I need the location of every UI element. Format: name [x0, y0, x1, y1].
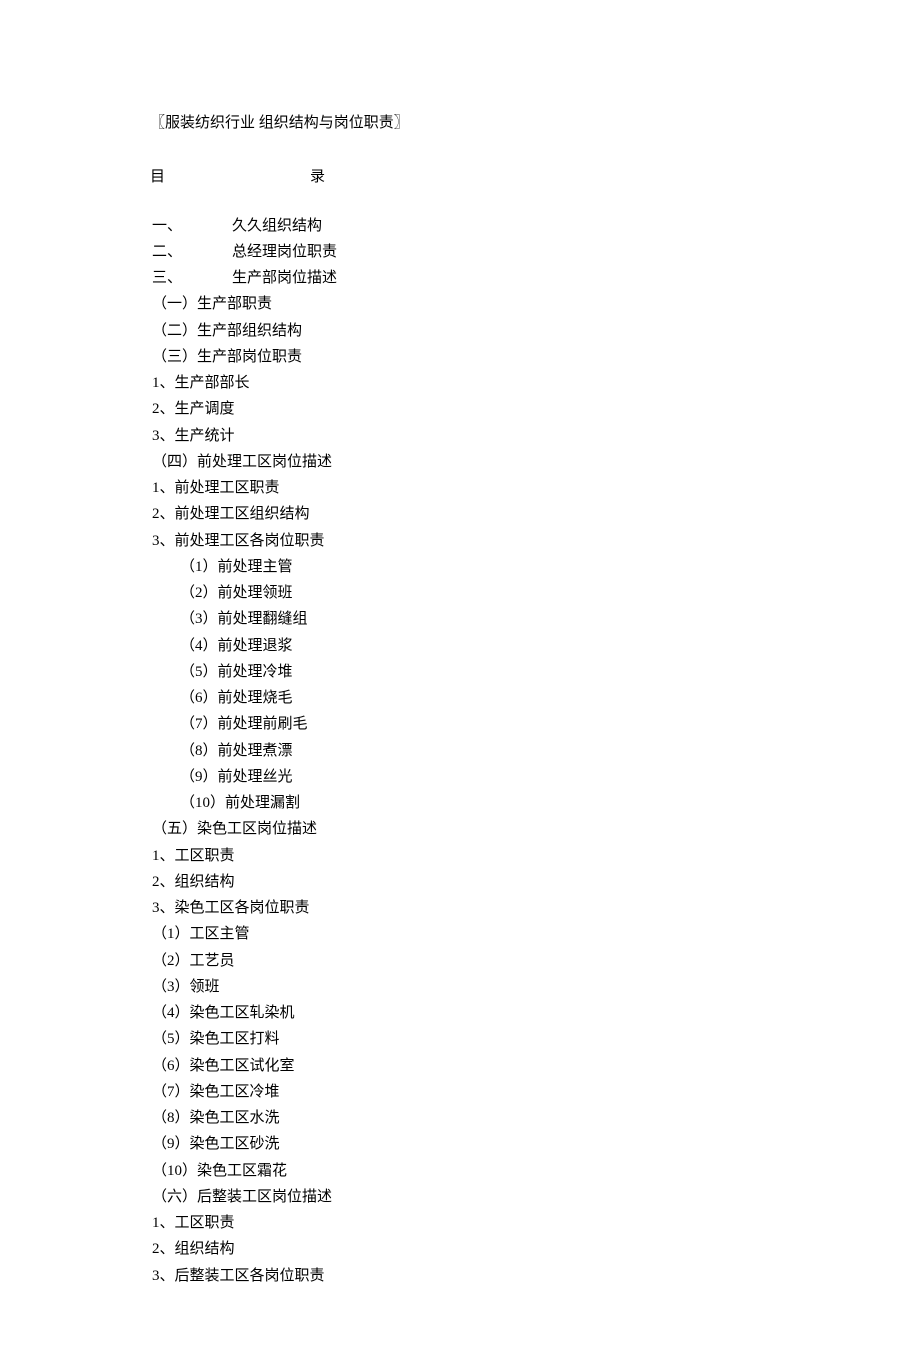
toc-item-text: （二）生产部组织结构 [152, 323, 302, 339]
toc-item: （4）染色工区轧染机 [150, 1000, 770, 1026]
toc-item-text: （7）前处理前刷毛 [180, 716, 308, 732]
toc-item: （3）前处理翻缝组 [150, 606, 770, 632]
toc-item: （五）染色工区岗位描述 [150, 816, 770, 842]
toc-item-text: 2、前处理工区组织结构 [152, 506, 310, 522]
toc-item: 2、生产调度 [150, 396, 770, 422]
toc-item: （二）生产部组织结构 [150, 318, 770, 344]
toc-item-text: （3）前处理翻缝组 [180, 611, 308, 627]
toc-item: （10）染色工区霜花 [150, 1158, 770, 1184]
toc-item-number: 二、 [152, 239, 232, 265]
toc-item-text: （四）前处理工区岗位描述 [152, 454, 332, 470]
toc-item: 1、生产部部长 [150, 370, 770, 396]
toc-item-text: 1、前处理工区职责 [152, 480, 280, 496]
toc-item-text: （三）生产部岗位职责 [152, 349, 302, 365]
toc-item: （2）前处理领班 [150, 580, 770, 606]
toc-item-text: 2、组织结构 [152, 1241, 235, 1257]
toc-item-number: 一、 [152, 213, 232, 239]
toc-heading-lu: 录 [310, 169, 325, 185]
toc-item-text: （8）染色工区水洗 [152, 1110, 280, 1126]
toc-item: （3）领班 [150, 974, 770, 1000]
toc-item: 一、久久组织结构 [150, 213, 770, 239]
toc-item-text: 2、组织结构 [152, 874, 235, 890]
toc-item-number: 三、 [152, 265, 232, 291]
toc-item-text: 3、前处理工区各岗位职责 [152, 533, 325, 549]
toc-item-text: 3、染色工区各岗位职责 [152, 900, 310, 916]
toc-item: （10）前处理漏割 [150, 790, 770, 816]
toc-item-text: 久久组织结构 [232, 218, 322, 234]
toc-item-text: 生产部岗位描述 [232, 270, 337, 286]
toc-item: 1、工区职责 [150, 843, 770, 869]
toc-item: （一）生产部职责 [150, 291, 770, 317]
toc-item: （六）后整装工区岗位描述 [150, 1184, 770, 1210]
toc-item: （7）前处理前刷毛 [150, 711, 770, 737]
toc-item-text: （5）染色工区打料 [152, 1031, 280, 1047]
toc-item: 1、前处理工区职责 [150, 475, 770, 501]
toc-heading-mu: 目 [150, 164, 165, 190]
toc-item: （7）染色工区冷堆 [150, 1079, 770, 1105]
toc-item: 二、总经理岗位职责 [150, 239, 770, 265]
toc-item-text: （4）前处理退浆 [180, 638, 293, 654]
toc-item-text: （7）染色工区冷堆 [152, 1084, 280, 1100]
toc-item-text: （五）染色工区岗位描述 [152, 821, 317, 837]
toc-item: 2、组织结构 [150, 1236, 770, 1262]
toc-item-text: （6）前处理烧毛 [180, 690, 293, 706]
toc-item-text: （10）染色工区霜花 [152, 1163, 287, 1179]
toc-item: （4）前处理退浆 [150, 633, 770, 659]
toc-item-text: （6）染色工区试化室 [152, 1058, 295, 1074]
toc-item: 2、前处理工区组织结构 [150, 501, 770, 527]
document-title: 〖服装纺织行业 组织结构与岗位职责〗 [150, 110, 770, 136]
toc-item: （6）前处理烧毛 [150, 685, 770, 711]
toc-item-text: （4）染色工区轧染机 [152, 1005, 295, 1021]
toc-item: （2）工艺员 [150, 948, 770, 974]
toc-item-text: （1）工区主管 [152, 926, 250, 942]
toc-item-text: （8）前处理煮漂 [180, 743, 293, 759]
toc-item-text: （1）前处理主管 [180, 559, 293, 575]
toc-item: （6）染色工区试化室 [150, 1053, 770, 1079]
toc-item: （8）染色工区水洗 [150, 1105, 770, 1131]
toc-item: （9）前处理丝光 [150, 764, 770, 790]
toc-item-text: 3、后整装工区各岗位职责 [152, 1268, 325, 1284]
toc-heading: 目录 [150, 164, 770, 190]
toc-list: 一、久久组织结构二、总经理岗位职责三、生产部岗位描述（一）生产部职责（二）生产部… [150, 213, 770, 1289]
toc-item-text: （3）领班 [152, 979, 220, 995]
toc-item: 3、染色工区各岗位职责 [150, 895, 770, 921]
toc-item-text: 1、工区职责 [152, 1215, 235, 1231]
toc-item: （三）生产部岗位职责 [150, 344, 770, 370]
toc-item: 3、前处理工区各岗位职责 [150, 528, 770, 554]
toc-item-text: （10）前处理漏割 [180, 795, 300, 811]
toc-item-text: （9）染色工区砂洗 [152, 1136, 280, 1152]
toc-item-text: （一）生产部职责 [152, 296, 272, 312]
toc-item: （9）染色工区砂洗 [150, 1131, 770, 1157]
toc-item-text: （六）后整装工区岗位描述 [152, 1189, 332, 1205]
toc-item-text: 2、生产调度 [152, 401, 235, 417]
toc-item: （5）前处理冷堆 [150, 659, 770, 685]
toc-item: 1、工区职责 [150, 1210, 770, 1236]
toc-item-text: 1、工区职责 [152, 848, 235, 864]
toc-item-text: 1、生产部部长 [152, 375, 250, 391]
toc-item: （1）工区主管 [150, 921, 770, 947]
toc-item-text: （2）前处理领班 [180, 585, 293, 601]
toc-item: 3、生产统计 [150, 423, 770, 449]
toc-item: （四）前处理工区岗位描述 [150, 449, 770, 475]
toc-item-text: 3、生产统计 [152, 428, 235, 444]
toc-item: 3、后整装工区各岗位职责 [150, 1263, 770, 1289]
toc-item: （8）前处理煮漂 [150, 738, 770, 764]
toc-item-text: （9）前处理丝光 [180, 769, 293, 785]
toc-item: 2、组织结构 [150, 869, 770, 895]
toc-item: （1）前处理主管 [150, 554, 770, 580]
toc-item-text: （2）工艺员 [152, 953, 235, 969]
toc-item-text: （5）前处理冷堆 [180, 664, 293, 680]
toc-item: 三、生产部岗位描述 [150, 265, 770, 291]
toc-item: （5）染色工区打料 [150, 1026, 770, 1052]
toc-item-text: 总经理岗位职责 [232, 244, 337, 260]
